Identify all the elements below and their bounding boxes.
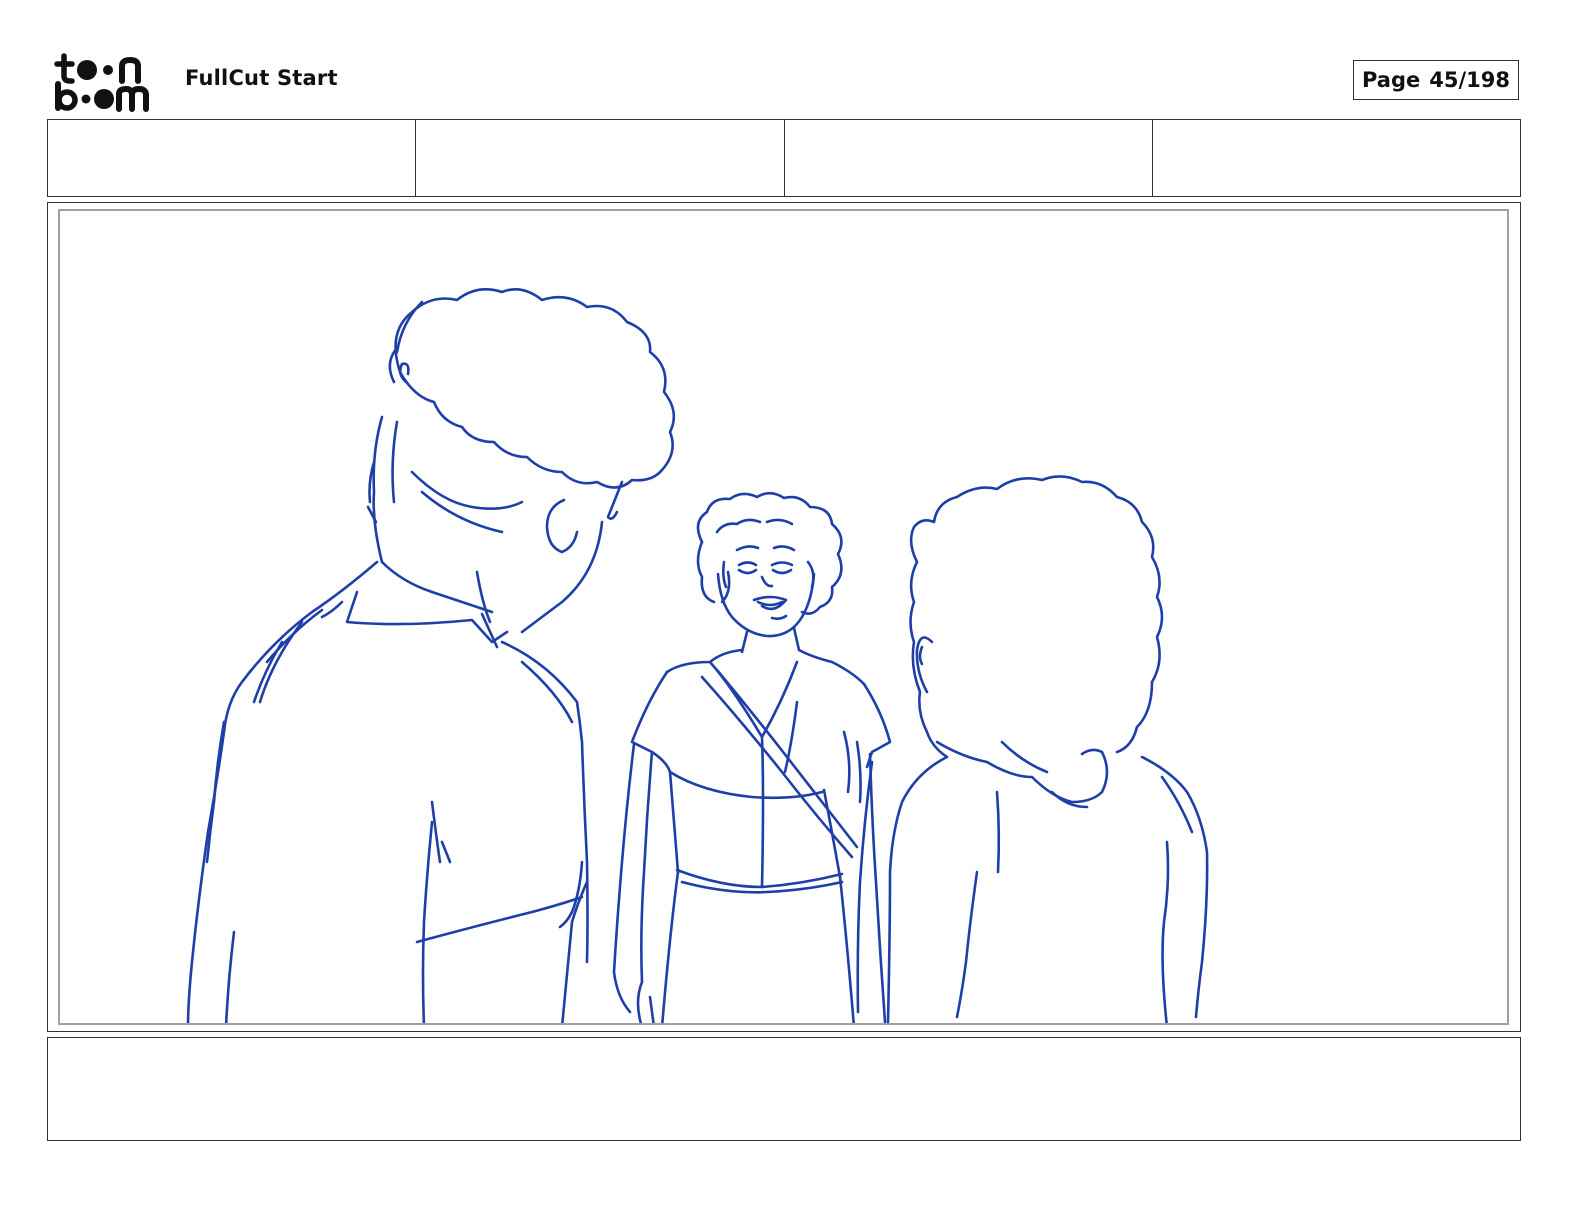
storyboard-panel-sketch (58, 209, 1509, 1025)
page-label: Page (1361, 68, 1421, 92)
toonboom-logo (52, 50, 164, 112)
info-field-1 (48, 120, 417, 196)
panel-info-row (47, 119, 1521, 197)
project-title: FullCut Start (185, 66, 338, 90)
sketch-drawing (186, 288, 1209, 1023)
page-count: 45/198 (1429, 68, 1510, 92)
info-field-2 (416, 120, 785, 196)
page-number: Page 45/198 (1353, 60, 1519, 100)
caption-box (47, 1037, 1521, 1141)
info-field-4 (1153, 120, 1520, 196)
info-field-3 (785, 120, 1153, 196)
